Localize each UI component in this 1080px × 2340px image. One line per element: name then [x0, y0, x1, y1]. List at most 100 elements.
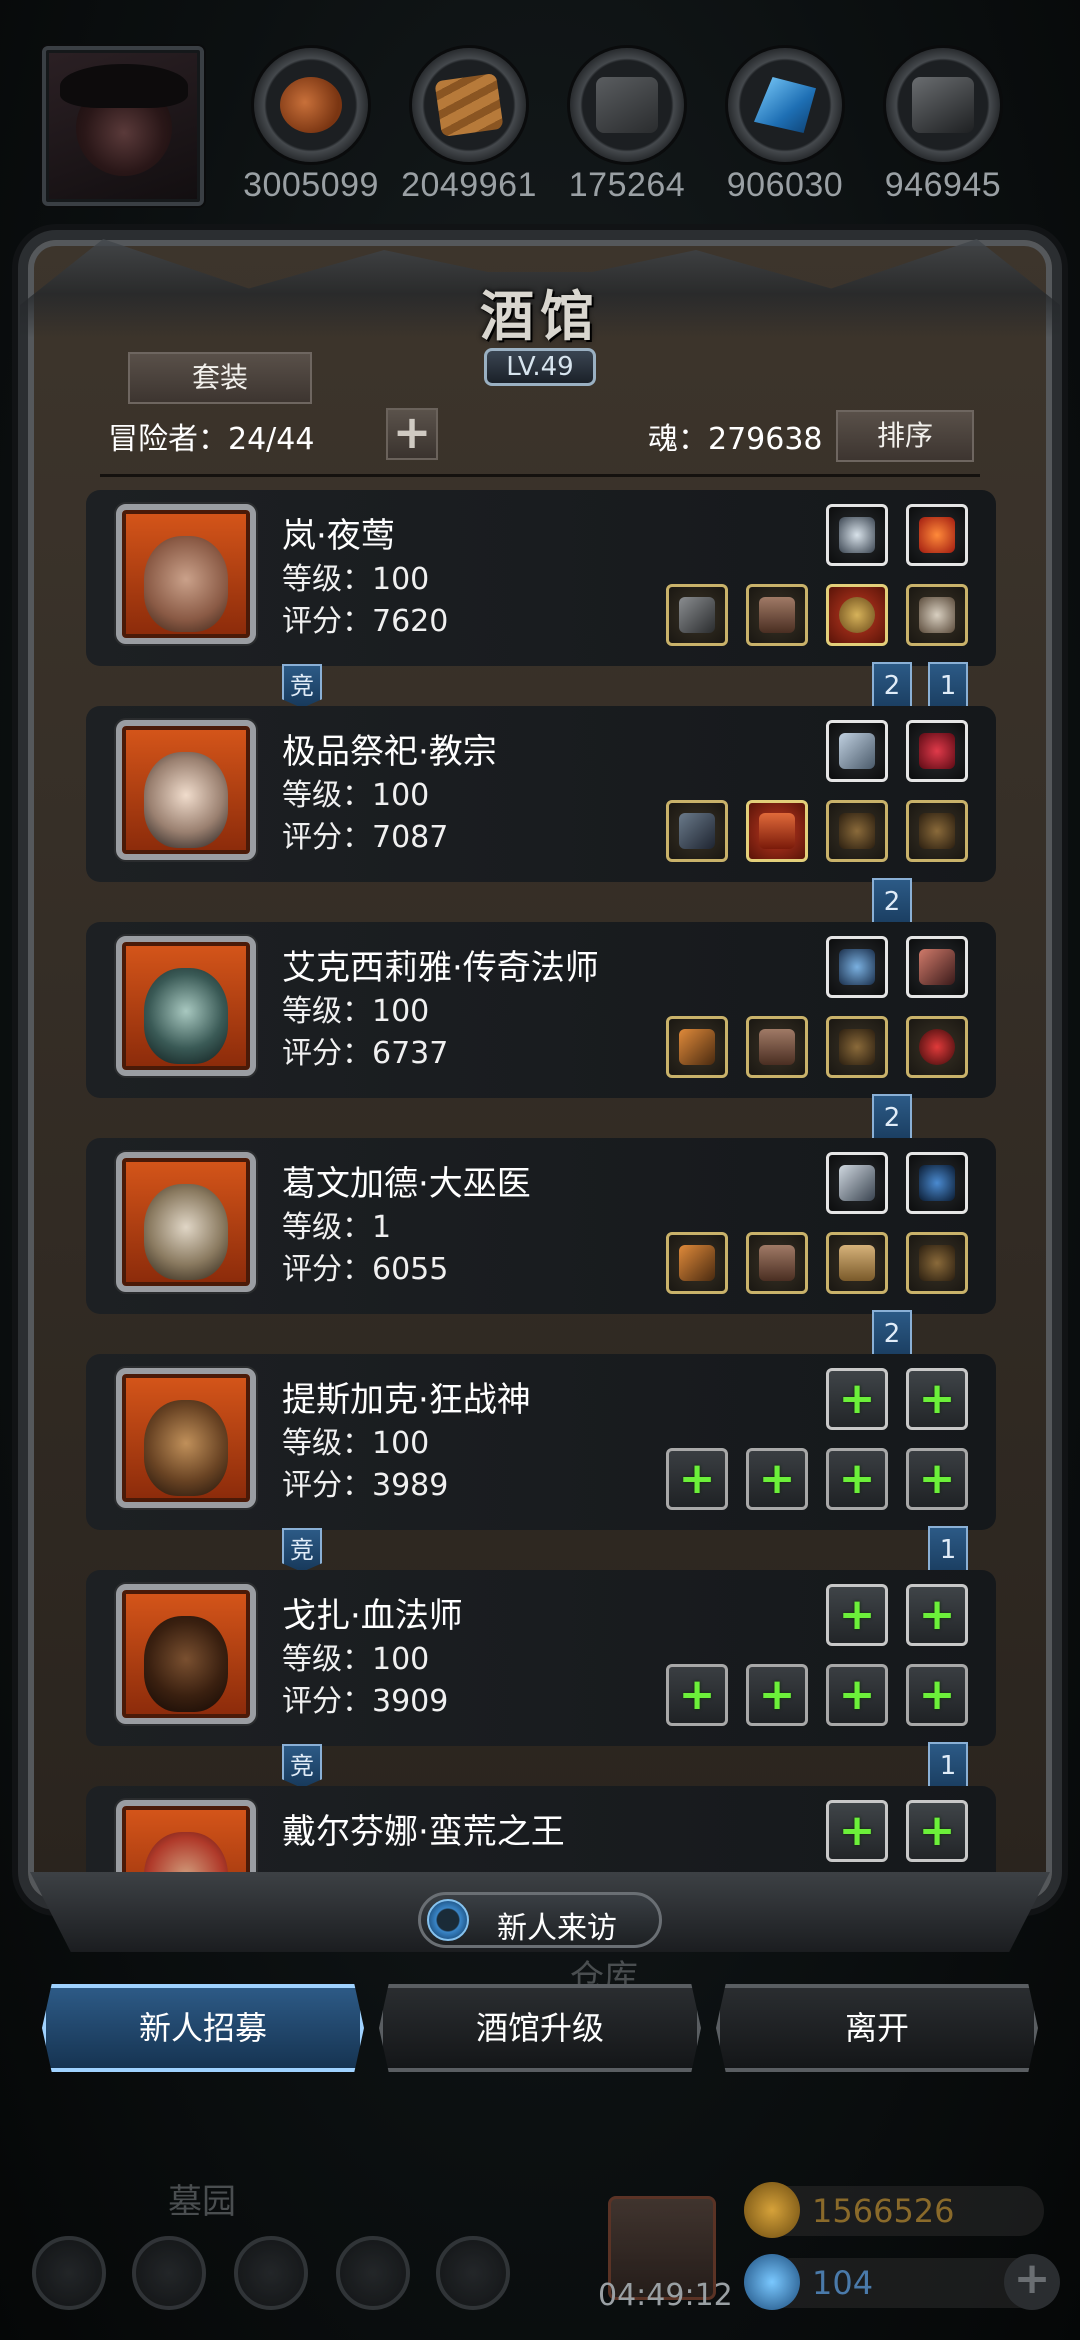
- graveyard-label: 墓园: [168, 2182, 236, 2222]
- necklace-slot[interactable]: [826, 800, 888, 862]
- moon-icon: [166, 620, 206, 638]
- portrait-face: [144, 1832, 228, 1872]
- empty-ring-slot[interactable]: +: [906, 1448, 968, 1510]
- player-avatar[interactable]: [42, 46, 204, 206]
- hero-name: 极品祭祀·教宗: [282, 732, 497, 772]
- empty-necklace-slot[interactable]: +: [826, 1664, 888, 1726]
- hero-portrait[interactable]: [116, 720, 256, 860]
- accessory-slot[interactable]: [906, 720, 968, 782]
- hero-score: 评分：3989: [282, 1468, 449, 1503]
- armor-slot[interactable]: [746, 584, 808, 646]
- empty-accessory-slot[interactable]: +: [826, 1368, 888, 1430]
- empty-necklace-slot[interactable]: +: [826, 1448, 888, 1510]
- empty-accessory-slot[interactable]: +: [906, 1584, 968, 1646]
- resource-iron[interactable]: 175264: [552, 48, 702, 205]
- hero-card[interactable]: 戴尔芬娜·蛮荒之王 + +: [86, 1786, 996, 1872]
- helmet-slot[interactable]: [906, 584, 968, 646]
- empty-weapon-slot[interactable]: +: [666, 1448, 728, 1510]
- accessory-slot[interactable]: [826, 720, 888, 782]
- weapon-slot[interactable]: [666, 584, 728, 646]
- hero-card[interactable]: 艾克西莉雅·传奇法师 等级：100 评分：6737: [86, 922, 996, 1098]
- meat-icon: [280, 77, 342, 133]
- empty-ring-slot[interactable]: +: [906, 1664, 968, 1726]
- tool-icon[interactable]: [436, 2236, 510, 2310]
- empty-weapon-slot[interactable]: +: [666, 1664, 728, 1726]
- resource-value: 2049961: [401, 166, 537, 204]
- feather-icon: [919, 949, 955, 985]
- pendant-icon: [839, 949, 875, 985]
- hero-portrait[interactable]: [116, 936, 256, 1076]
- scroll-slot[interactable]: [826, 1232, 888, 1294]
- necklace-icon: [839, 1029, 875, 1065]
- hero-portrait[interactable]: [116, 1800, 256, 1872]
- weapon-slot[interactable]: [666, 1016, 728, 1078]
- book-icon: [839, 733, 875, 769]
- necklace-slot[interactable]: [906, 800, 968, 862]
- castle-icon[interactable]: [234, 2236, 308, 2310]
- settings-icon[interactable]: [32, 2236, 106, 2310]
- accessory-slot[interactable]: [826, 936, 888, 998]
- armor-slot[interactable]: [746, 1016, 808, 1078]
- hero-name: 提斯加克·狂战神: [282, 1380, 531, 1420]
- armor-slot[interactable]: [746, 1232, 808, 1294]
- armor-icon: [759, 1245, 795, 1281]
- gem-resource[interactable]: 104: [744, 2254, 1044, 2310]
- accessory-slot[interactable]: [826, 504, 888, 566]
- empty-accessory-slot[interactable]: +: [906, 1800, 968, 1862]
- accessory-slot[interactable]: [826, 1152, 888, 1214]
- accessory-slot[interactable]: [906, 504, 968, 566]
- armor-slot[interactable]: [746, 800, 808, 862]
- gold-icon: [744, 2182, 800, 2238]
- hero-name: 岚·夜莺: [282, 516, 395, 556]
- moon-icon: [166, 1700, 206, 1718]
- suit-button[interactable]: 套装: [128, 352, 312, 404]
- hero-card[interactable]: 戈扎·血法师 等级：100 评分：3909 + + + + + +: [86, 1570, 996, 1746]
- weapon-slot[interactable]: [666, 1232, 728, 1294]
- hero-portrait[interactable]: [116, 1584, 256, 1724]
- empty-armor-slot[interactable]: +: [746, 1448, 808, 1510]
- hero-portrait[interactable]: [116, 1152, 256, 1292]
- staff-icon: [679, 1029, 715, 1065]
- crystal-icon: [754, 77, 816, 133]
- leave-button[interactable]: 离开: [716, 1984, 1038, 2072]
- weapon-slot[interactable]: [666, 800, 728, 862]
- potion-icon: [919, 733, 955, 769]
- necklace-slot[interactable]: [826, 1016, 888, 1078]
- hero-card[interactable]: 提斯加克·狂战神 等级：100 评分：3989 + + + + + +: [86, 1354, 996, 1530]
- accessory-slot[interactable]: [906, 1152, 968, 1214]
- necklace-icon: [919, 813, 955, 849]
- empty-armor-slot[interactable]: +: [746, 1664, 808, 1726]
- hero-list[interactable]: 岚·夜莺 等级：100 评分：7620 竞 2 1 极品祭祀·教宗 等级：100…: [70, 484, 1010, 1872]
- expand-capacity-button[interactable]: +: [386, 408, 438, 460]
- new-visitor-button[interactable]: 新人来访: [418, 1892, 662, 1948]
- resource-wood[interactable]: 2049961: [394, 48, 544, 205]
- necklace-slot[interactable]: [906, 1232, 968, 1294]
- gold-resource[interactable]: 1566526: [744, 2182, 1044, 2238]
- hero-portrait[interactable]: [116, 1368, 256, 1508]
- mail-icon[interactable]: [336, 2236, 410, 2310]
- star-icon[interactable]: [132, 2236, 206, 2310]
- add-icon: +: [918, 1669, 956, 1720]
- empty-accessory-slot[interactable]: +: [826, 1800, 888, 1862]
- hero-portrait[interactable]: [116, 504, 256, 644]
- sort-button[interactable]: 排序: [836, 410, 974, 462]
- ring-slot[interactable]: [906, 1016, 968, 1078]
- resource-meat[interactable]: 3005099: [236, 48, 386, 205]
- hero-card[interactable]: 岚·夜莺 等级：100 评分：7620: [86, 490, 996, 666]
- empty-accessory-slot[interactable]: +: [826, 1584, 888, 1646]
- hero-score: 评分：6737: [282, 1036, 449, 1071]
- add-resource-button[interactable]: +: [1004, 2254, 1060, 2310]
- resource-bar: 3005099 2049961 175264 906030 946945: [0, 40, 1080, 210]
- recruit-button[interactable]: 新人招募: [42, 1984, 364, 2072]
- hero-card[interactable]: 极品祭祀·教宗 等级：100 评分：7087: [86, 706, 996, 882]
- empty-accessory-slot[interactable]: +: [906, 1368, 968, 1430]
- ring-slot[interactable]: [826, 584, 888, 646]
- necklace-icon: [839, 813, 875, 849]
- portrait-face: [144, 1400, 228, 1496]
- bow-icon: [919, 1165, 955, 1201]
- resource-stone[interactable]: 946945: [868, 48, 1018, 205]
- upgrade-tavern-button[interactable]: 酒馆升级: [379, 1984, 701, 2072]
- hero-card[interactable]: 葛文加德·大巫医 等级：1 评分：6055: [86, 1138, 996, 1314]
- accessory-slot[interactable]: [906, 936, 968, 998]
- resource-crystal[interactable]: 906030: [710, 48, 860, 205]
